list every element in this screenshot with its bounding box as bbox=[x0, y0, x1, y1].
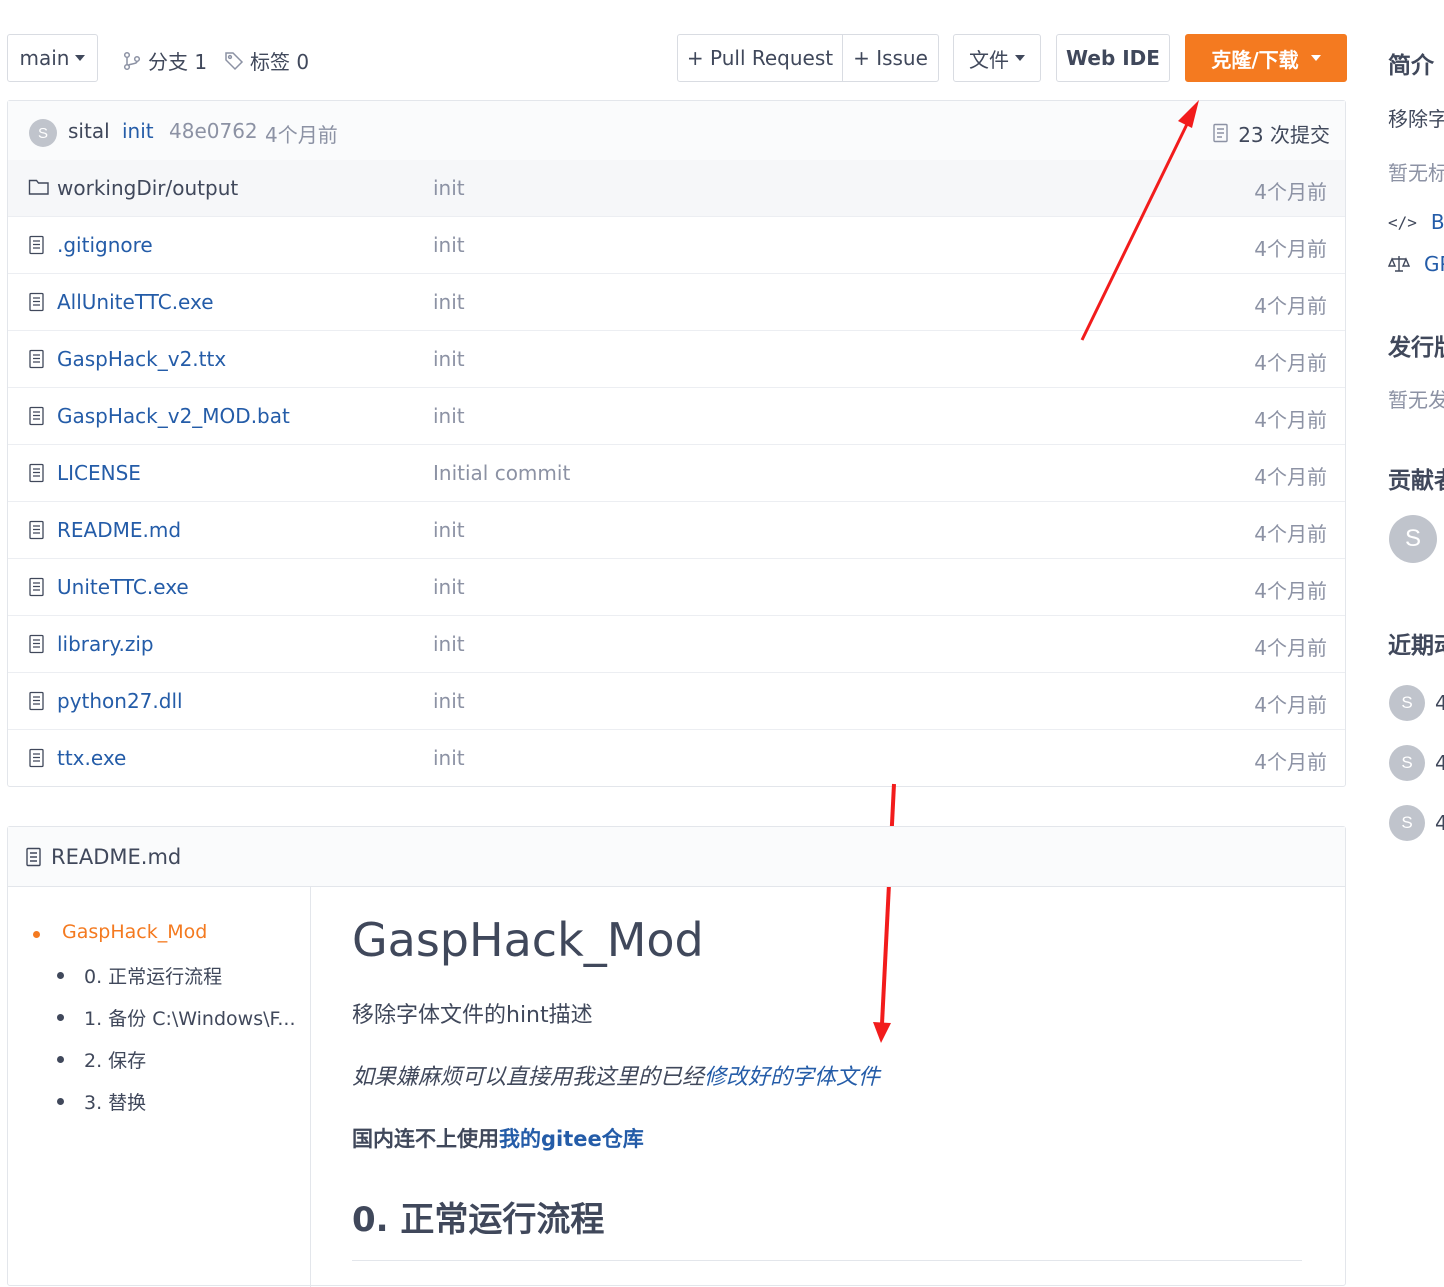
italic-text: 如果嫌麻烦可以直接用我这里的已经 bbox=[352, 1065, 705, 1090]
language-item[interactable]: </> Ba bbox=[1388, 210, 1444, 234]
toc-item[interactable]: 1. 备份 C:\Windows\F... bbox=[84, 1004, 296, 1031]
contributors-heading: 贡献者 bbox=[1388, 468, 1444, 494]
heading-divider bbox=[352, 1260, 1302, 1261]
modified-fonts-link[interactable]: 修改好的字体文件 bbox=[704, 1065, 880, 1090]
arrow-head-clone bbox=[1178, 100, 1199, 128]
code-icon: </> bbox=[1388, 212, 1417, 232]
toc-bullet bbox=[57, 972, 64, 979]
readme-filename: README.md bbox=[51, 845, 182, 869]
activity-heading: 近期动 bbox=[1388, 633, 1444, 659]
readme-title: GaspHack_Mod bbox=[352, 913, 704, 967]
avatar-letter: S bbox=[1401, 753, 1413, 772]
no-releases-text: 暂无发 bbox=[1388, 388, 1444, 412]
language-label: Ba bbox=[1430, 210, 1444, 234]
avatar[interactable]: S bbox=[1389, 685, 1425, 721]
toc-bullet bbox=[57, 1056, 64, 1063]
avatar-letter: S bbox=[1401, 693, 1413, 712]
toc-root-link[interactable]: GaspHack_Mod bbox=[62, 921, 207, 943]
readme-panel: README.md GaspHack_Mod 0. 正常运行流程 1. 备份 C… bbox=[7, 826, 1346, 1287]
file-icon bbox=[26, 847, 41, 867]
toc-item[interactable]: 0. 正常运行流程 bbox=[84, 962, 222, 989]
toc-bullet bbox=[57, 1098, 64, 1105]
avatar-letter: S bbox=[1401, 813, 1413, 832]
readme-description: 移除字体文件的hint描述 bbox=[352, 1003, 593, 1028]
intro-description: 移除字 bbox=[1388, 107, 1444, 131]
license-item[interactable]: GP bbox=[1388, 252, 1444, 276]
readme-italic-line: 如果嫌麻烦可以直接用我这里的已经修改好的字体文件 bbox=[352, 1059, 880, 1091]
activity-text: 4 bbox=[1435, 811, 1444, 835]
activity-text: 4 bbox=[1435, 691, 1444, 715]
toc-bullet bbox=[33, 931, 40, 938]
gitee-repo-link[interactable]: 我的gitee仓库 bbox=[499, 1127, 644, 1151]
activity-text: 4 bbox=[1435, 751, 1444, 775]
toc-bullet bbox=[57, 1014, 64, 1021]
avatar-letter: S bbox=[1404, 525, 1421, 552]
readme-body: GaspHack_Mod 移除字体文件的hint描述 如果嫌麻烦可以直接用我这里… bbox=[352, 887, 1312, 1287]
avatar[interactable]: S bbox=[1389, 515, 1437, 563]
releases-heading: 发行版 bbox=[1388, 335, 1444, 361]
readme-heading-2: 0. 正常运行流程 bbox=[352, 1200, 605, 1240]
toc-item[interactable]: 2. 保存 bbox=[84, 1046, 146, 1073]
readme-header: README.md bbox=[8, 827, 1345, 887]
arrow-to-clone bbox=[1080, 117, 1192, 341]
avatar[interactable]: S bbox=[1389, 745, 1425, 781]
avatar[interactable]: S bbox=[1389, 805, 1425, 841]
bold-text: 国内连不上使用 bbox=[352, 1127, 499, 1151]
license-label: GP bbox=[1424, 252, 1444, 276]
readme-toc: GaspHack_Mod 0. 正常运行流程 1. 备份 C:\Windows\… bbox=[8, 887, 311, 1287]
readme-bold-line: 国内连不上使用我的gitee仓库 bbox=[352, 1123, 644, 1153]
no-tags-text: 暂无标 bbox=[1388, 161, 1444, 185]
scale-icon bbox=[1388, 256, 1410, 272]
intro-heading: 简介 bbox=[1388, 53, 1434, 79]
toc-item[interactable]: 3. 替换 bbox=[84, 1088, 146, 1115]
